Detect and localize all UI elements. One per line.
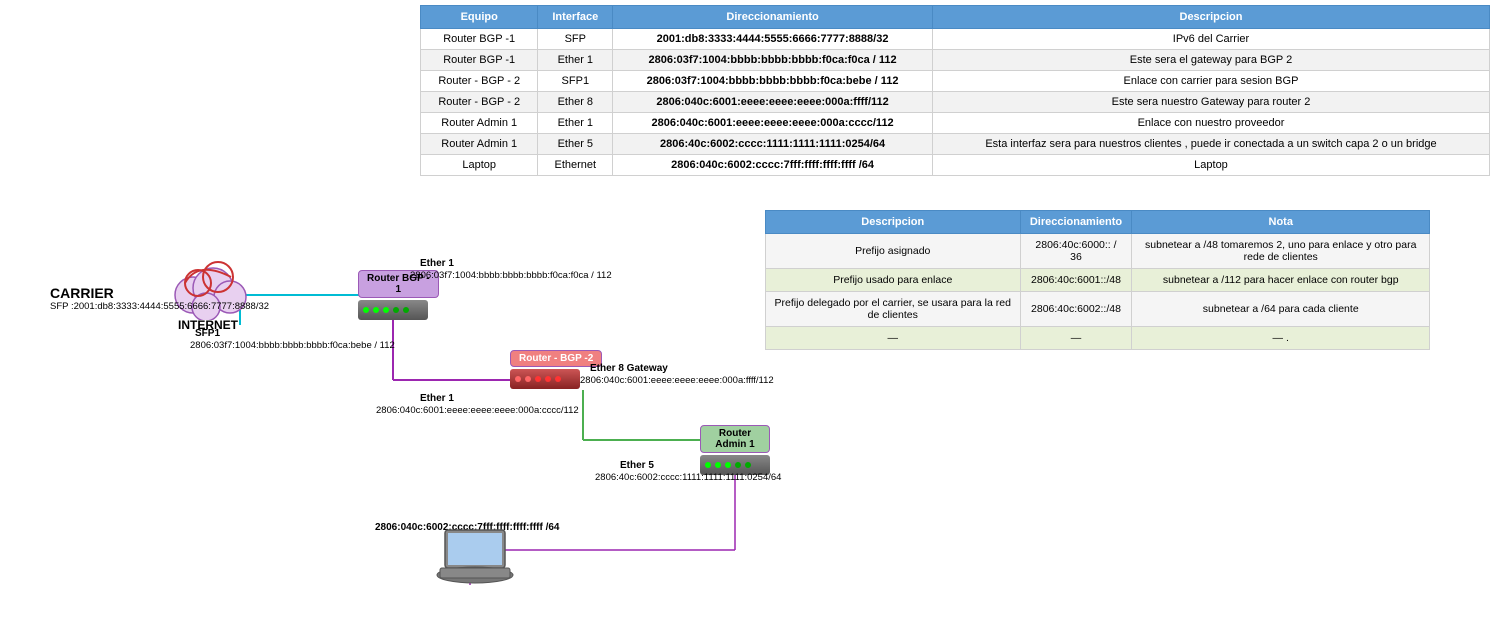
table-cell: Este sera el gateway para BGP 2: [932, 50, 1489, 71]
table-cell: IPv6 del Carrier: [932, 29, 1489, 50]
info-table-row: ——— .: [766, 327, 1430, 350]
table-row: Router - BGP - 2SFP12806:03f7:1004:bbbb:…: [421, 71, 1490, 92]
info-table-row: Prefijo asignado2806:40c:6000:: / 36subn…: [766, 234, 1430, 269]
table-cell: 2806:03f7:1004:bbbb:bbbb:bbbb:f0ca:bebe …: [613, 71, 933, 92]
info-table-cell: Prefijo asignado: [766, 234, 1021, 269]
info-table-cell: —: [1020, 327, 1132, 350]
info-table-row: Prefijo delegado por el carrier, se usar…: [766, 292, 1430, 327]
info-col-desc: Descripcion: [766, 211, 1021, 234]
info-table-section: Descripcion Direccionamiento Nota Prefij…: [765, 210, 1430, 350]
rbgp1-ether1-addr: 2806:03f7:1004:bbbb:bbbb:bbbb:f0ca:f0ca …: [410, 270, 612, 281]
radmin1-ether5-addr: 2806:40c:6002:cccc:1111:1111:1111:0254/6…: [595, 472, 781, 483]
table-cell: Laptop: [932, 155, 1489, 176]
table-row: Router BGP -1Ether 12806:03f7:1004:bbbb:…: [421, 50, 1490, 71]
table-cell: Router - BGP - 2: [421, 71, 538, 92]
carrier-label: CARRIER: [50, 285, 269, 301]
rbgp1-ether1-label: Ether 1: [420, 258, 454, 269]
info-table-cell: 2806:40c:6002::/48: [1020, 292, 1132, 327]
col-direccionamiento: Direccionamiento: [613, 6, 933, 29]
col-descripcion: Descripcion: [932, 6, 1489, 29]
rbgp1-device: [358, 300, 428, 320]
table-cell: Router - BGP - 2: [421, 92, 538, 113]
rbgp2-ether8-addr: 2806:040c:6001:eeee:eeee:eeee:000a:ffff/…: [580, 375, 774, 386]
table-cell: Enlace con nuestro proveedor: [932, 113, 1489, 134]
table-cell: SFP1: [538, 71, 613, 92]
rbgp2-sfp1-label: SFP1: [195, 328, 220, 339]
table-cell: 2001:db8:3333:4444:5555:6666:7777:8888/3…: [613, 29, 933, 50]
col-equipo: Equipo: [421, 6, 538, 29]
table-cell: Router BGP -1: [421, 29, 538, 50]
laptop-svg: [435, 525, 515, 590]
table-cell: 2806:040c:6001:eeee:eeee:eeee:000a:ffff/…: [613, 92, 933, 113]
table-row: Router BGP -1SFP2001:db8:3333:4444:5555:…: [421, 29, 1490, 50]
table-cell: Ether 1: [538, 50, 613, 71]
table-cell: Router BGP -1: [421, 50, 538, 71]
router-admin1: Router Admin 1: [700, 425, 770, 475]
carrier-sfp: SFP :2001:db8:3333:4444:5555:6666:7777:8…: [50, 301, 269, 312]
col-interface: Interface: [538, 6, 613, 29]
radmin1-label: Router Admin 1: [700, 425, 770, 453]
laptop-icon: [435, 525, 515, 593]
info-table-row: Prefijo usado para enlace2806:40c:6001::…: [766, 269, 1430, 292]
info-table-cell: Prefijo delegado por el carrier, se usar…: [766, 292, 1021, 327]
table-cell: SFP: [538, 29, 613, 50]
info-table-cell: subnetear a /48 tomaremos 2, uno para en…: [1132, 234, 1430, 269]
info-table-cell: 2806:40c:6000:: / 36: [1020, 234, 1132, 269]
table-cell: 2806:03f7:1004:bbbb:bbbb:bbbb:f0ca:f0ca …: [613, 50, 933, 71]
table-cell: Esta interfaz sera para nuestros cliente…: [932, 134, 1489, 155]
info-table-cell: 2806:40c:6001::/48: [1020, 269, 1132, 292]
info-table: Descripcion Direccionamiento Nota Prefij…: [765, 210, 1430, 350]
table-row: Router - BGP - 2Ether 82806:040c:6001:ee…: [421, 92, 1490, 113]
info-table-cell: —: [766, 327, 1021, 350]
info-table-cell: subnetear a /64 para cada cliente: [1132, 292, 1430, 327]
info-table-cell: — .: [1132, 327, 1430, 350]
carrier-section: CARRIER SFP :2001:db8:3333:4444:5555:666…: [50, 285, 269, 312]
info-col-nota: Nota: [1132, 211, 1430, 234]
info-col-dir: Direccionamiento: [1020, 211, 1132, 234]
radmin1-ether1-label: Ether 1: [420, 393, 454, 404]
info-table-cell: Prefijo usado para enlace: [766, 269, 1021, 292]
table-cell: Este sera nuestro Gateway para router 2: [932, 92, 1489, 113]
info-table-cell: subnetear a /112 para hacer enlace con r…: [1132, 269, 1430, 292]
rbgp2-sfp1-addr: 2806:03f7:1004:bbbb:bbbb:bbbb:f0ca:bebe …: [190, 340, 395, 351]
radmin1-ether1-addr: 2806:040c:6001:eeee:eeee:eeee:000a:cccc/…: [376, 405, 579, 416]
rbgp2-ether8-label: Ether 8 Gateway: [590, 363, 668, 374]
table-cell: Enlace con carrier para sesion BGP: [932, 71, 1489, 92]
rbgp2-label: Router - BGP -2: [510, 350, 602, 367]
rbgp2-device: [510, 369, 580, 389]
table-cell: Ether 8: [538, 92, 613, 113]
radmin1-ether5-label: Ether 5: [620, 460, 654, 471]
diagram: INTERNET CARRIER SFP :2001:db8:3333:4444…: [0, 130, 770, 620]
